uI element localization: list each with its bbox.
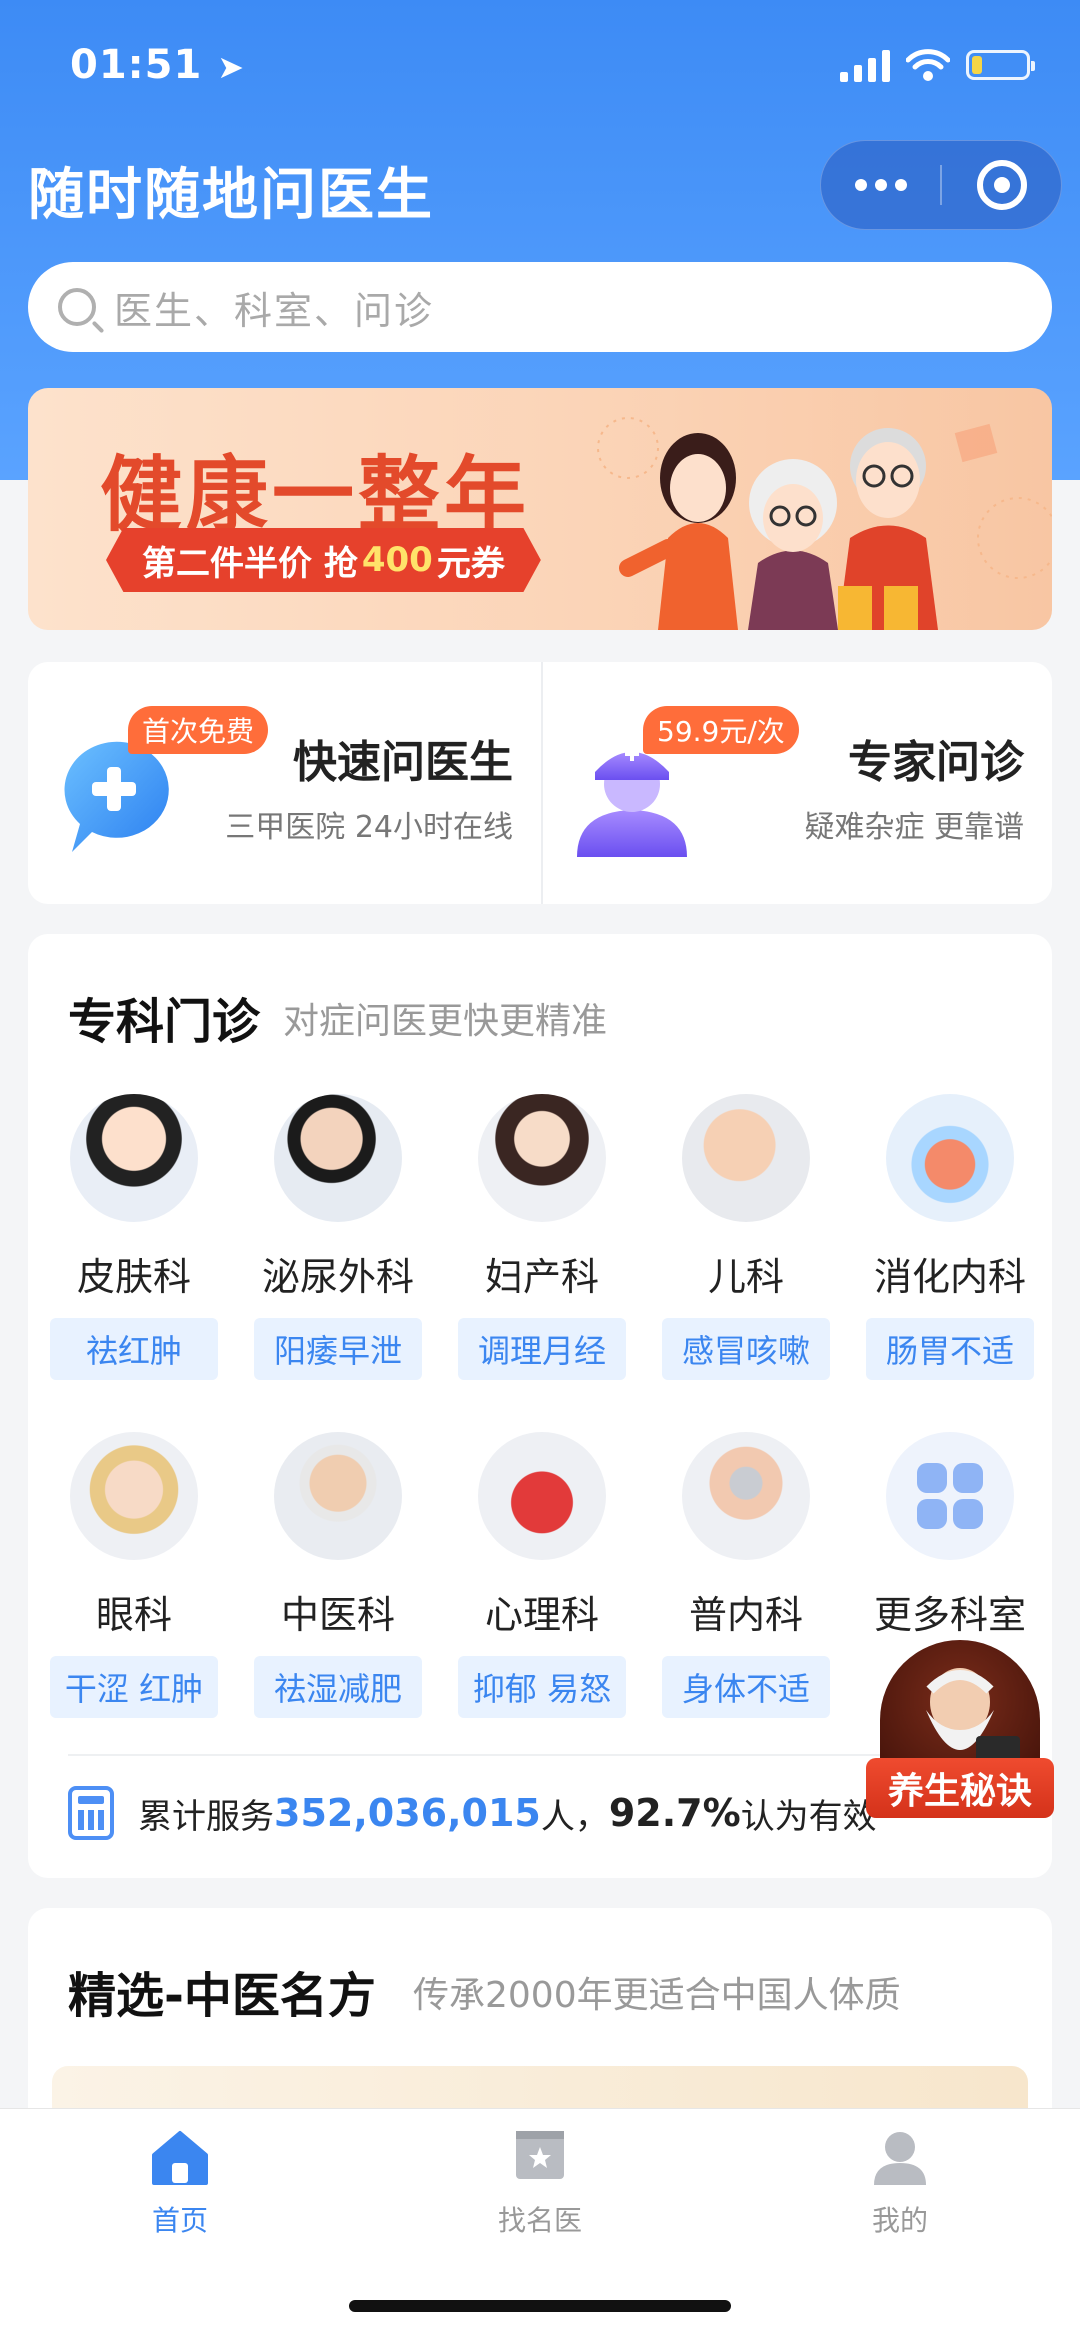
dept-tag[interactable]: 调理月经	[458, 1318, 626, 1380]
miniprogram-capsule	[820, 140, 1062, 230]
search-placeholder: 医生、科室、问诊	[114, 288, 435, 333]
more-button[interactable]	[821, 141, 940, 229]
dept-name: 更多科室	[873, 1593, 1026, 1637]
quick-consult-card[interactable]: 首次免费 快速问医生 三甲医院 24小时在线	[28, 662, 541, 904]
dept-gastroenterology[interactable]: 消化内科 肠胃不适	[848, 1094, 1052, 1432]
dept-name: 泌尿外科	[261, 1255, 414, 1299]
dept-dermatology[interactable]: 皮肤科 祛红肿	[32, 1094, 236, 1432]
dept-tag[interactable]: 祛红肿	[50, 1318, 218, 1380]
home-icon	[148, 2125, 212, 2189]
tab-find-doctor[interactable]: 找名医	[440, 2125, 640, 2239]
target-icon	[976, 160, 1027, 210]
dept-name: 中医科	[280, 1593, 395, 1637]
tab-home[interactable]: 首页	[80, 2125, 280, 2239]
free-first-badge: 首次免费	[128, 706, 269, 754]
dept-avatar	[682, 1094, 810, 1222]
health-tips-float-button[interactable]: 养生秘诀	[866, 1640, 1054, 1826]
search-input[interactable]: 医生、科室、问诊	[28, 262, 1052, 352]
promo-banner[interactable]: 健康一整年 第二件半价 抢 400 元券	[28, 388, 1052, 630]
dept-avatar	[478, 1094, 606, 1222]
dept-obstetrics[interactable]: 妇产科 调理月经	[440, 1094, 644, 1432]
dept-name: 消化内科	[873, 1255, 1026, 1299]
dept-ophthalmology[interactable]: 眼科 干涩 红肿	[32, 1432, 236, 1770]
location-arrow-icon: ➤	[217, 48, 246, 86]
dept-name: 心理科	[484, 1593, 599, 1637]
expert-consult-card[interactable]: 59.9元/次 专家问诊 疑难杂症 更靠谱	[543, 662, 1052, 904]
status-time: 01:51 ➤	[70, 42, 246, 88]
departments-title: 专科门诊	[68, 994, 261, 1050]
dept-avatar	[274, 1432, 402, 1560]
dept-tag[interactable]: 抑郁 易怒	[458, 1656, 626, 1718]
calculator-icon	[68, 1786, 114, 1840]
dept-avatar	[274, 1094, 402, 1222]
grid-apps-icon	[886, 1432, 1014, 1560]
dept-tag[interactable]: 肠胃不适	[866, 1318, 1034, 1380]
dept-tag[interactable]: 感冒咳嗽	[662, 1318, 830, 1380]
profile-icon	[868, 2125, 932, 2189]
page-title: 随时随地问医生	[28, 163, 434, 228]
dept-tag[interactable]: 身体不适	[662, 1656, 830, 1718]
family-illustration	[597, 417, 1052, 630]
banner-ribbon: 第二件半价 抢 400 元券	[106, 528, 541, 592]
health-tips-label: 养生秘诀	[866, 1758, 1054, 1818]
dept-tcm[interactable]: 中医科 祛湿减肥	[236, 1432, 440, 1770]
dept-avatar	[70, 1094, 198, 1222]
dept-avatar	[70, 1432, 198, 1560]
battery-icon	[966, 50, 1035, 80]
status-bar: 01:51 ➤	[0, 0, 1080, 130]
doctor-badge-icon	[508, 2125, 572, 2189]
dept-name: 皮肤科	[76, 1255, 191, 1299]
dept-name: 儿科	[707, 1255, 784, 1299]
dept-pediatrics[interactable]: 儿科 感冒咳嗽	[644, 1094, 848, 1432]
tcm-subtitle: 传承2000年更适合中国人体质	[413, 1975, 901, 2016]
service-stats: 累计服务 352,036,015 人， 92.7% 认为有效	[68, 1786, 877, 1840]
wifi-icon	[906, 49, 950, 81]
quick-consult-title: 快速问医生	[293, 737, 513, 788]
dept-avatar	[886, 1094, 1014, 1222]
dept-tag[interactable]: 干涩 红肿	[50, 1656, 218, 1718]
dept-tag[interactable]: 阳痿早泄	[254, 1318, 422, 1380]
dept-tag[interactable]: 祛湿减肥	[254, 1656, 422, 1718]
cellular-signal-icon	[840, 48, 890, 82]
price-badge: 59.9元/次	[643, 706, 799, 754]
expert-consult-title: 专家问诊	[848, 737, 1024, 788]
dept-internal-medicine[interactable]: 普内科 身体不适	[644, 1432, 848, 1770]
search-icon	[58, 288, 96, 326]
departments-subtitle: 对症问医更快更精准	[283, 1001, 608, 1042]
tab-profile[interactable]: 我的	[800, 2125, 1000, 2239]
expert-consult-subtitle: 疑难杂症 更靠谱	[804, 810, 1024, 845]
quick-consult-subtitle: 三甲医院 24小时在线	[225, 810, 513, 845]
home-indicator	[349, 2300, 731, 2312]
close-miniprogram-button[interactable]	[942, 141, 1061, 229]
dept-name: 妇产科	[484, 1255, 599, 1299]
dept-avatar	[478, 1432, 606, 1560]
dept-psychology[interactable]: 心理科 抑郁 易怒	[440, 1432, 644, 1770]
tcm-title: 精选-中医名方	[68, 1968, 376, 2024]
more-dots-icon	[854, 179, 907, 191]
dept-name: 普内科	[688, 1593, 803, 1637]
dept-name: 眼科	[95, 1593, 172, 1637]
dept-avatar	[682, 1432, 810, 1560]
dept-urology[interactable]: 泌尿外科 阳痿早泄	[236, 1094, 440, 1432]
